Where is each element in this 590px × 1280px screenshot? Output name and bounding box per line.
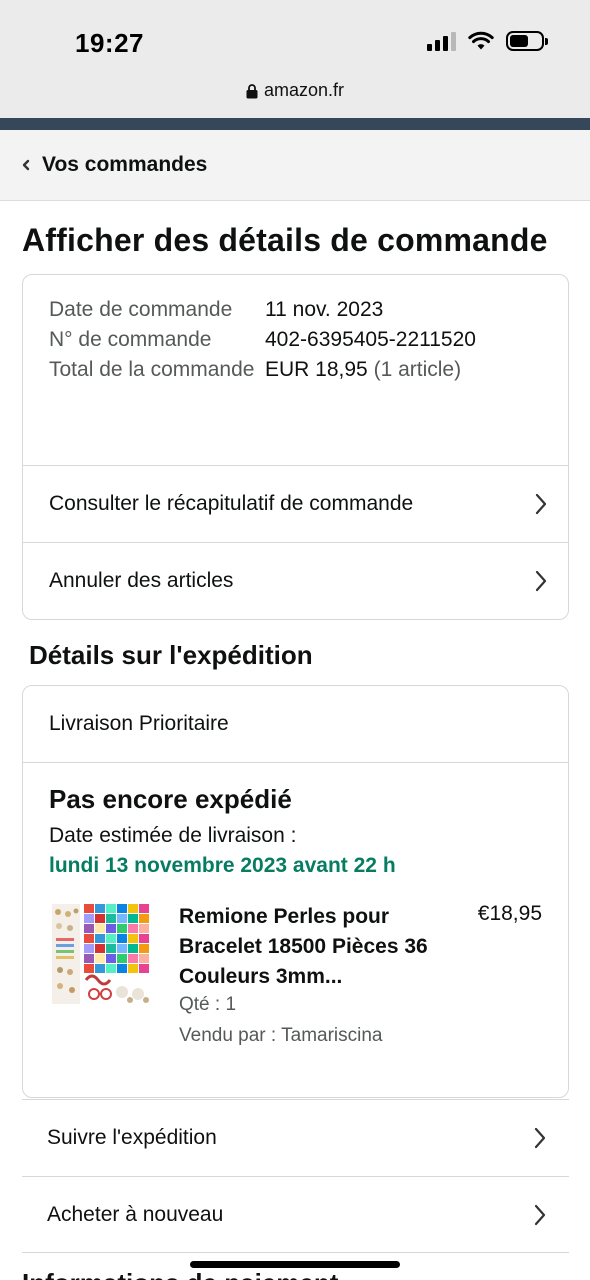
browser-chrome: 19:27 amazon.fr [0,0,590,118]
chevron-right-icon [534,1204,546,1226]
track-shipment-link[interactable]: Suivre l'expédition [22,1099,569,1176]
shipment-card: Livraison Prioritaire Pas encore expédié… [22,685,569,1098]
delivery-estimate-date: lundi 13 novembre 2023 avant 22 h [49,854,396,877]
back-to-orders[interactable]: Vos commandes [0,130,590,201]
buy-again-label: Acheter à nouveau [47,1203,224,1226]
order-number-label: N° de commande [49,328,212,351]
url-text: amazon.fr [263,80,345,100]
amazon-header-strip [0,118,590,130]
status-time: 19:27 [75,28,144,58]
status-icons [427,31,548,51]
payment-section-title: Informations de paiement [22,1268,338,1280]
order-total-row: Total de la commande EUR 18,95 (1 articl… [49,355,549,385]
page-title: Afficher des détails de commande [22,222,548,258]
cancel-items-link[interactable]: Annuler des articles [23,542,568,619]
shipping-method: Livraison Prioritaire [23,686,568,763]
chevron-right-icon [535,570,547,592]
order-item-count: (1 article) [373,358,462,381]
product-seller: Vendu par : Tamariscina [179,1025,383,1046]
order-number-row: N° de commande 402-6395405-2211520 [49,325,549,355]
product-title-link[interactable]: Remione Perles pour Bracelet 18500 Pièce… [179,902,429,992]
battery-icon [506,31,548,51]
chevron-left-icon [22,159,30,171]
home-indicator[interactable] [190,1261,400,1268]
order-total-value: EUR 18,95 [265,358,368,381]
track-shipment-label: Suivre l'expédition [47,1126,217,1149]
shipping-section-title: Détails sur l'expédition [29,640,313,670]
cancel-items-label: Annuler des articles [49,569,234,592]
shipment-status: Pas encore expédié [49,784,292,814]
order-number-value: 402-6395405-2211520 [265,328,476,351]
chevron-right-icon [535,493,547,515]
order-total-label: Total de la commande [49,358,255,381]
wifi-icon [468,31,494,50]
order-date-value: 11 nov. 2023 [265,298,384,321]
buy-again-link[interactable]: Acheter à nouveau [22,1176,569,1253]
signal-icon [427,31,456,51]
chevron-right-icon [534,1127,546,1149]
order-info: Date de commande 11 nov. 2023 N° de comm… [49,295,549,385]
product-image[interactable] [50,902,154,1006]
order-date-label: Date de commande [49,298,233,321]
product-quantity: Qté : 1 [179,994,237,1015]
order-date-row: Date de commande 11 nov. 2023 [49,295,549,325]
url-bar[interactable]: amazon.fr [0,80,590,101]
product-price: €18,95 [477,902,542,925]
lock-icon [246,83,258,98]
back-label: Vos commandes [42,153,208,176]
divider [22,1252,569,1253]
delivery-estimate-label: Date estimée de livraison : [49,824,297,847]
view-order-summary-label: Consulter le récapitulatif de commande [49,492,414,515]
order-summary-card: Date de commande 11 nov. 2023 N° de comm… [22,274,569,620]
view-order-summary-link[interactable]: Consulter le récapitulatif de commande [23,465,568,542]
order-total-value-wrap: EUR 18,95 (1 article) [265,355,461,385]
